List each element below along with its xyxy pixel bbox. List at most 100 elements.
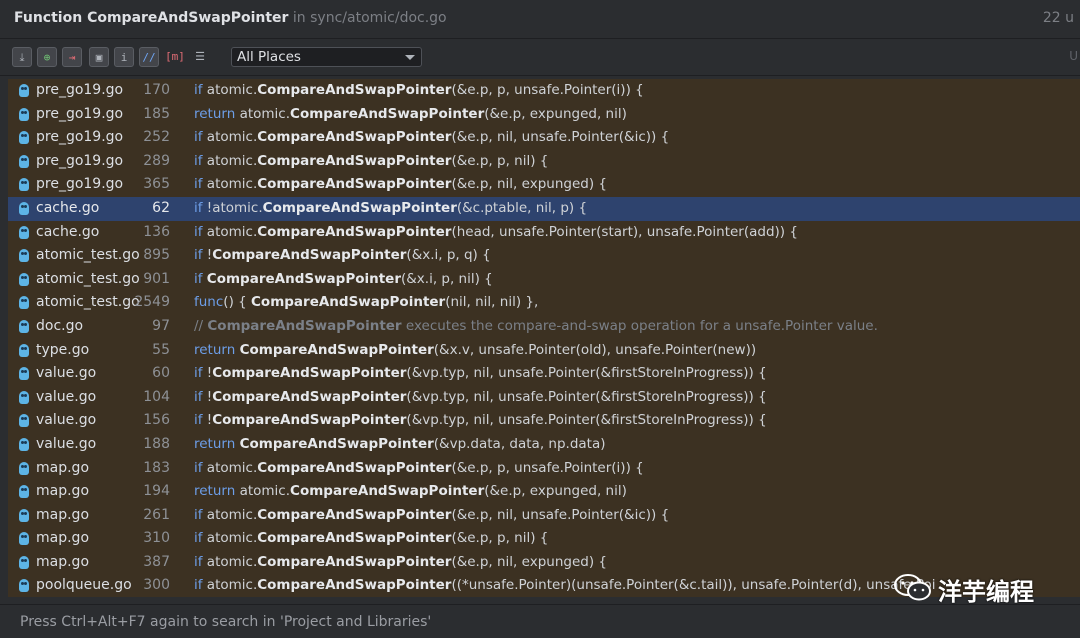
toolbar-right-glyph: U: [1069, 49, 1078, 63]
code-text: (&e.p, nil, expunged) {: [451, 553, 607, 570]
usage-row[interactable]: pre_go19.go 170 if atomic.CompareAndSwapPo…: [8, 79, 1080, 103]
usage-row[interactable]: map.go 310 if atomic.CompareAndSwapPointer…: [8, 527, 1080, 551]
code-match: CompareAndSwapPointer: [212, 365, 407, 382]
code-match: CompareAndSwapPointer: [206, 270, 401, 287]
code-match: CompareAndSwapPointer: [257, 129, 452, 146]
usage-row[interactable]: atomic_test.go 901 if CompareAndSwapPointe…: [8, 268, 1080, 292]
go-file-icon: [19, 249, 29, 263]
line-number: 194: [143, 483, 170, 500]
code-snippet: if !CompareAndSwapPointer(&vp.typ, nil, …: [194, 362, 767, 386]
usage-row[interactable]: map.go 183 if atomic.CompareAndSwapPointer…: [8, 457, 1080, 481]
line-number: 60: [152, 365, 170, 382]
usage-row[interactable]: atomic_test.go 2549 func() { CompareAndSwa…: [8, 291, 1080, 315]
code-keyword: return: [194, 435, 240, 452]
code-snippet: if !CompareAndSwapPointer(&vp.typ, nil, …: [194, 409, 767, 433]
usage-row[interactable]: value.go 188 return CompareAndSwapPointer(…: [8, 433, 1080, 457]
code-text: atomic.: [206, 553, 258, 570]
line-number: 261: [143, 506, 170, 523]
code-text: atomic.: [206, 152, 258, 169]
code-text: !atomic.: [206, 199, 263, 216]
usage-row[interactable]: map.go 261 if atomic.CompareAndSwapPointer…: [8, 504, 1080, 528]
code-snippet: return atomic.CompareAndSwapPointer(&e.p…: [194, 480, 627, 504]
code-match: CompareAndSwapPointer: [262, 199, 457, 216]
usage-row[interactable]: map.go 387 if atomic.CompareAndSwapPointer…: [8, 551, 1080, 575]
code-keyword: return: [194, 341, 240, 358]
file-name: type.go: [36, 341, 90, 358]
title-prefix: Function: [14, 10, 88, 26]
code-snippet: return atomic.CompareAndSwapPointer(&e.p…: [194, 103, 627, 127]
go-file-icon: [19, 154, 29, 168]
code-keyword: if: [194, 577, 207, 594]
code-match: CompareAndSwapPointer: [257, 577, 452, 594]
usage-row[interactable]: pre_go19.go 365 if atomic.CompareAndSwapPo…: [8, 173, 1080, 197]
file-name: pre_go19.go: [36, 152, 124, 169]
go-file-icon: [19, 201, 29, 215]
code-match: CompareAndSwapPointer: [257, 223, 452, 240]
code-snippet: if atomic.CompareAndSwapPointer(head, un…: [194, 221, 798, 245]
usage-row[interactable]: map.go 194 return atomic.CompareAndSwapPoi…: [8, 480, 1080, 504]
code-text: (&e.p, nil, unsafe.Pointer(&ic)) {: [451, 506, 670, 523]
go-file-icon: [19, 437, 29, 451]
group-by-directory-icon[interactable]: ▣: [89, 47, 109, 67]
usage-row[interactable]: value.go 104 if !CompareAndSwapPointer(&vp…: [8, 386, 1080, 410]
usage-row[interactable]: cache.go 136 if atomic.CompareAndSwapPoint…: [8, 221, 1080, 245]
usage-row[interactable]: value.go 156 if !CompareAndSwapPointer(&vp…: [8, 409, 1080, 433]
code-text: (&x.v, unsafe.Pointer(old), unsafe.Point…: [433, 341, 757, 358]
usage-row[interactable]: doc.go 97 // CompareAndSwapPointer execute…: [8, 315, 1080, 339]
file-name: cache.go: [36, 199, 100, 216]
usages-list: pre_go19.go 170 if atomic.CompareAndSwapPo…: [8, 79, 1080, 597]
code-match: CompareAndSwapPointer: [212, 247, 407, 264]
code-keyword: if: [194, 82, 207, 98]
code-text: (&vp.typ, nil, unsafe.Pointer(&firstStor…: [406, 365, 767, 382]
go-file-icon: [19, 485, 29, 499]
method-icon[interactable]: [m]: [165, 47, 185, 67]
code-text: atomic.: [206, 82, 258, 98]
code-text: (&e.p, p, nil) {: [451, 152, 549, 169]
info-icon[interactable]: i: [114, 47, 134, 67]
line-number: 183: [143, 459, 170, 476]
go-file-icon: [19, 107, 29, 121]
usage-row[interactable]: pre_go19.go 252 if atomic.CompareAndSwapPo…: [8, 126, 1080, 150]
go-file-icon: [19, 319, 29, 333]
code-text: (head, unsafe.Pointer(start), unsafe.Poi…: [451, 223, 798, 240]
code-text: atomic.: [206, 530, 258, 547]
code-text: (&e.p, p, unsafe.Pointer(i)) {: [451, 82, 644, 98]
usage-row[interactable]: cache.go 62 if !atomic.CompareAndSwapPoint…: [8, 196, 1080, 221]
go-file-icon: [19, 272, 29, 286]
usage-row[interactable]: type.go 55 return CompareAndSwapPointer(&x…: [8, 339, 1080, 363]
code-text: atomic.: [239, 483, 291, 500]
go-file-icon: [19, 508, 29, 522]
code-text: atomic.: [206, 577, 258, 594]
settings-icon[interactable]: ☰: [190, 47, 210, 67]
pin-icon[interactable]: ⤓: [12, 47, 32, 67]
file-name: map.go: [36, 483, 90, 500]
code-keyword: return: [194, 105, 240, 122]
usage-row[interactable]: pre_go19.go 185 return atomic.CompareAndSw…: [8, 103, 1080, 127]
scope-dropdown[interactable]: All Places: [231, 47, 422, 67]
expand-icon[interactable]: ⊕: [37, 47, 57, 67]
code-text: atomic.: [206, 176, 258, 193]
file-name: atomic_test.go: [36, 294, 140, 311]
code-keyword: if: [194, 199, 207, 216]
line-number: 252: [143, 129, 170, 146]
file-name: poolqueue.go: [36, 577, 132, 594]
code-text: (&c.ptable, nil, p) {: [456, 199, 588, 216]
code-snippet: if !CompareAndSwapPointer(&vp.typ, nil, …: [194, 386, 767, 410]
go-file-icon: [19, 343, 29, 357]
code-snippet: // CompareAndSwapPointer executes the co…: [194, 315, 878, 339]
code-text: (&vp.typ, nil, unsafe.Pointer(&firstStor…: [406, 388, 767, 405]
line-number: 55: [152, 341, 170, 358]
code-match: CompareAndSwapPointer: [239, 435, 434, 452]
collapse-icon[interactable]: ⇥: [62, 47, 82, 67]
code-style-icon[interactable]: //: [139, 47, 159, 67]
code-comment: executes the compare-and-swap operation …: [401, 317, 878, 334]
line-number: 365: [143, 176, 170, 193]
usage-row[interactable]: pre_go19.go 289 if atomic.CompareAndSwapPo…: [8, 150, 1080, 174]
code-keyword: if: [194, 176, 207, 193]
go-file-icon: [19, 296, 29, 310]
code-text: (&e.p, expunged, nil): [484, 105, 627, 122]
usage-row[interactable]: atomic_test.go 895 if !CompareAndSwapPoint…: [8, 244, 1080, 268]
code-text: (&vp.typ, nil, unsafe.Pointer(&firstStor…: [406, 412, 767, 429]
usage-row[interactable]: value.go 60 if !CompareAndSwapPointer(&vp.…: [8, 362, 1080, 386]
scope-selected: All Places: [237, 49, 301, 65]
